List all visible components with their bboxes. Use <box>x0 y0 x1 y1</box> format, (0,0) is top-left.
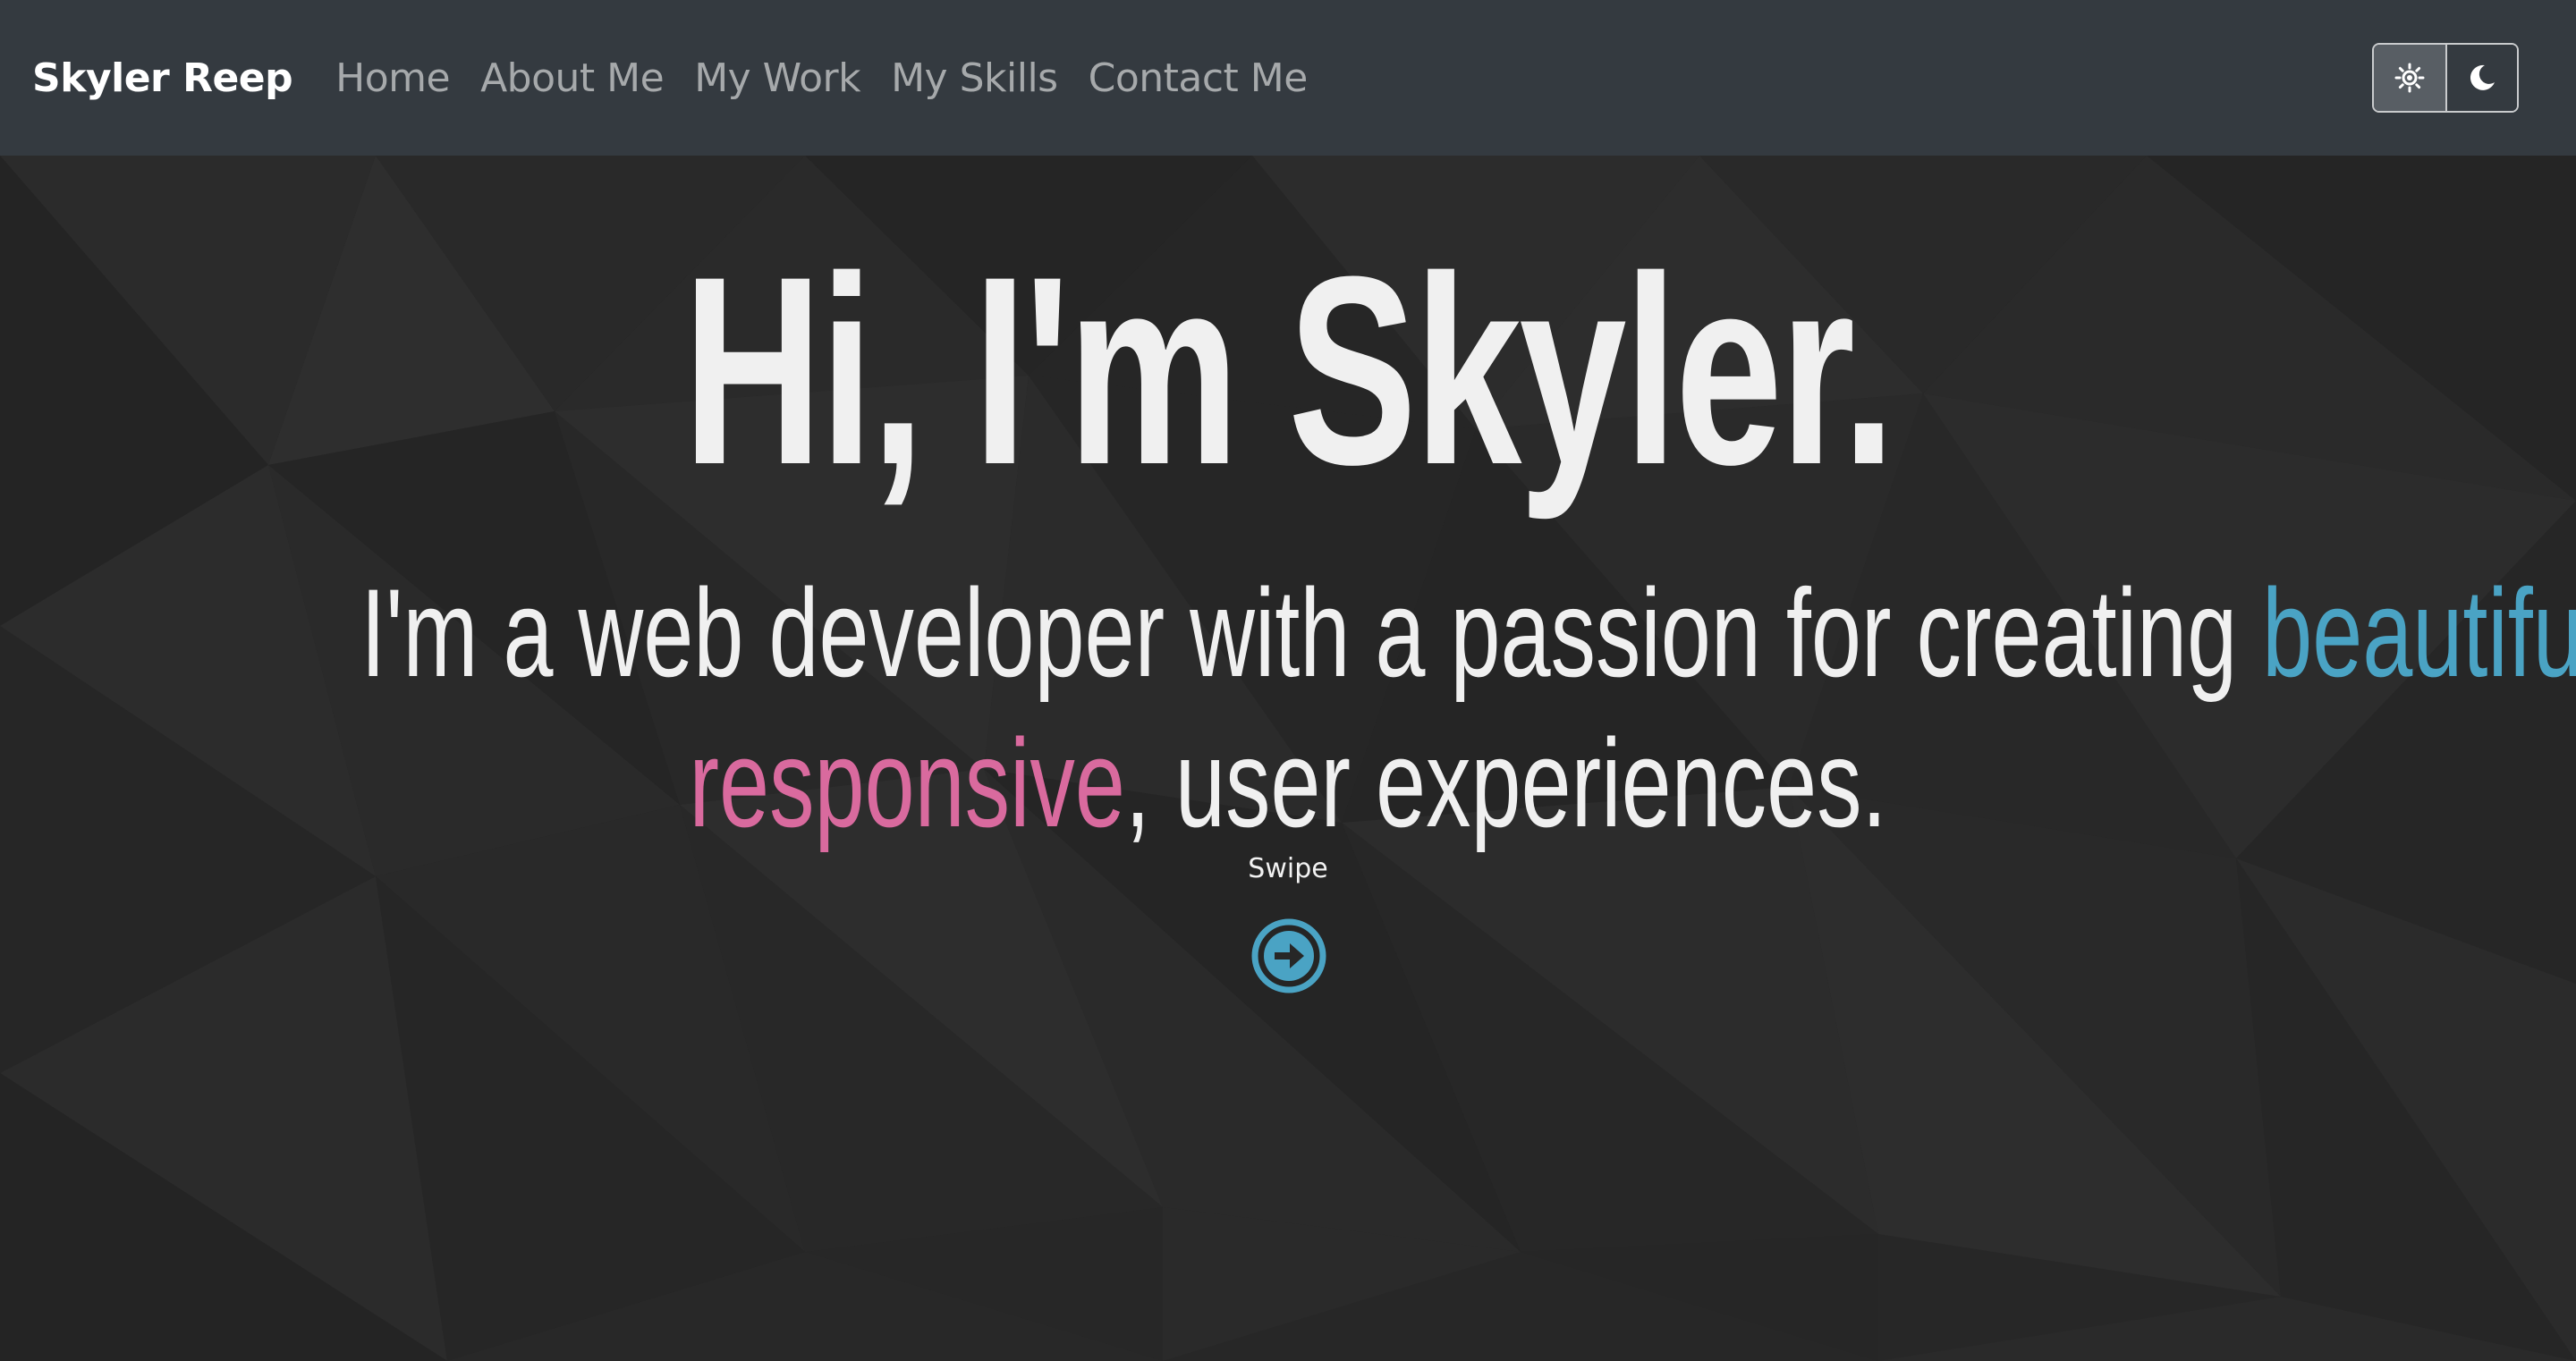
nav-link-contact[interactable]: Contact Me <box>1089 55 1309 101</box>
nav-links: Home About Me My Work My Skills Contact … <box>335 55 1308 101</box>
hero-section: Hi, I'm Skyler. I'm a web developer with… <box>0 156 2576 1361</box>
page: Skyler Reep Home About Me My Work My Ski… <box>0 0 2576 1361</box>
theme-toggle <box>2372 43 2519 113</box>
light-mode-button[interactable] <box>2374 45 2445 111</box>
nav-link-skills[interactable]: My Skills <box>891 55 1058 101</box>
subtitle-prefix: I'm a web developer with a passion for c… <box>360 562 2263 703</box>
brand-logo[interactable]: Skyler Reep <box>32 55 293 101</box>
dark-mode-button[interactable] <box>2445 45 2517 111</box>
subtitle-suffix: , user experiences. <box>1124 713 1887 853</box>
hero-title: Hi, I'm Skyler. <box>682 220 1896 520</box>
hero-subtitle-line-1: I'm a web developer with a passion for c… <box>360 558 2576 708</box>
arrow-right-circle-icon[interactable] <box>1250 917 1327 994</box>
sun-icon <box>2394 63 2425 93</box>
highlight-beautiful: beautiful <box>2262 562 2576 703</box>
nav-link-about[interactable]: About Me <box>480 55 665 101</box>
hero-subtitle-line-2: responsive, user experiences. <box>360 708 2216 858</box>
hero-subtitle: I'm a web developer with a passion for c… <box>0 558 2576 858</box>
nav-link-work[interactable]: My Work <box>694 55 860 101</box>
nav-link-home[interactable]: Home <box>335 55 450 101</box>
moon-icon <box>2470 64 2495 90</box>
navbar: Skyler Reep Home About Me My Work My Ski… <box>0 0 2576 156</box>
swipe-label: Swipe <box>1248 853 1328 884</box>
highlight-responsive: responsive <box>689 713 1125 853</box>
